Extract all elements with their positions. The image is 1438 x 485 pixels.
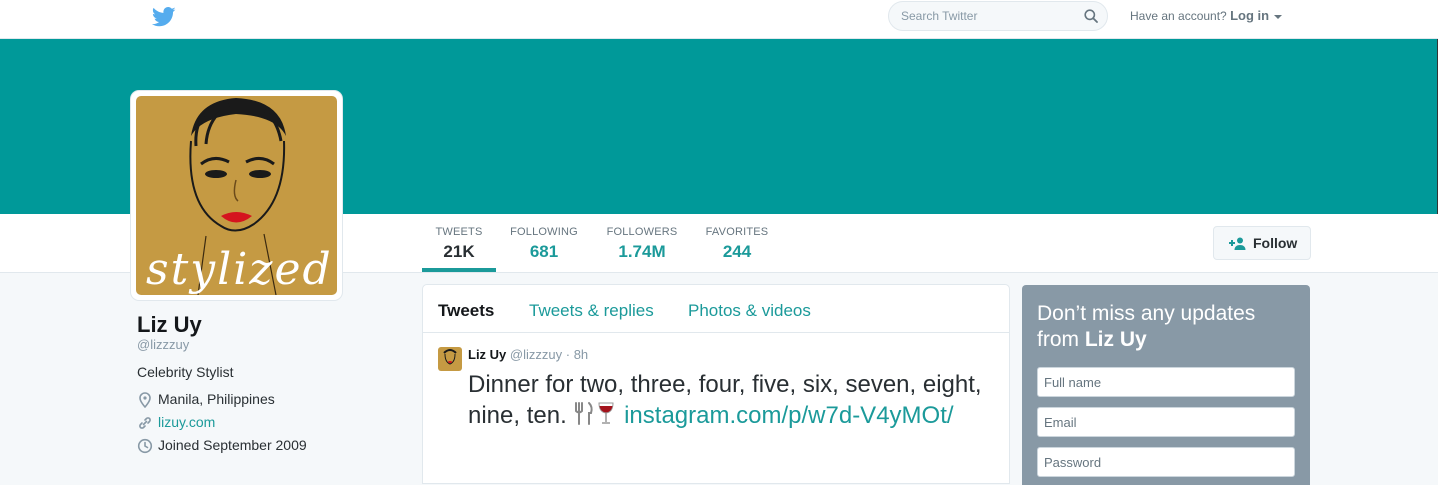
stat-tweets[interactable]: TWEETS 21K [422,226,496,262]
account-prompt: Have an account? [1130,9,1227,23]
link-icon [139,417,151,430]
profile-name[interactable]: Liz Uy [137,312,202,338]
top-navigation-bar: Have an account? Log in [0,0,1438,39]
timeline-panel: Tweets Tweets & replies Photos & videos … [422,284,1010,484]
profile-handle: @lizzzuy [137,337,190,352]
profile-joined: Joined September 2009 [137,437,307,454]
avatar-logo-text: stylized [146,244,333,295]
full-name-field[interactable] [1037,367,1295,397]
profile-location: Manila, Philippines [137,391,275,409]
profile-bio: Celebrity Stylist [137,364,234,380]
password-field[interactable] [1037,447,1295,477]
add-user-icon [1229,237,1246,250]
search-input[interactable] [901,9,1071,23]
stat-value: 681 [529,242,559,261]
stat-followers[interactable]: FOLLOWERS 1.74M [604,226,680,262]
stat-value: 1.74M [618,242,666,261]
tweet-timestamp[interactable]: · 8h [566,347,588,362]
clock-icon [137,439,153,454]
follow-label: Follow [1253,235,1298,251]
tweet-avatar[interactable] [438,347,462,371]
signup-heading: Don’t miss any updates from Liz Uy [1037,301,1297,353]
login-link[interactable]: Log in [1230,8,1269,23]
profile-avatar[interactable]: stylized [131,91,342,300]
timeline-tabs: Tweets Tweets & replies Photos & videos [423,285,1009,333]
signup-heading-name: Liz Uy [1084,328,1147,351]
stat-following[interactable]: FOLLOWING 681 [507,226,581,262]
profile-website: lizuy.com [137,414,215,431]
stat-label: FAVORITES [705,226,769,238]
stat-favorites[interactable]: FAVORITES 244 [703,226,771,262]
location-pin-icon [139,392,151,409]
search-box[interactable] [888,1,1108,31]
website-link[interactable]: lizuy.com [158,414,215,430]
email-field[interactable] [1037,407,1295,437]
tweet-link[interactable]: instagram.com/p/w7d-V4yMOt/ [624,402,953,429]
account-area: Have an account? Log in [1130,8,1283,23]
tab-tweets-replies[interactable]: Tweets & replies [529,301,654,321]
tab-photos-videos[interactable]: Photos & videos [688,301,811,321]
stat-label: TWEETS [435,226,483,238]
fork-knife-icon [575,402,594,425]
tweet-author-name[interactable]: Liz Uy [468,347,506,362]
signup-panel: Don’t miss any updates from Liz Uy [1022,285,1310,485]
stat-value: 21K [443,242,475,261]
stat-label: FOLLOWERS [606,226,678,238]
chevron-down-icon[interactable] [1274,14,1283,19]
tweet-avatar-image [443,349,457,365]
tweet-author-handle[interactable]: @lizzzuy [510,347,562,362]
joined-text: Joined September 2009 [158,437,307,453]
search-icon[interactable] [1084,9,1098,23]
tweet-text: Dinner for two, three, four, five, six, … [468,369,998,431]
twitter-bird-icon[interactable] [152,7,176,27]
location-text: Manila, Philippines [158,391,275,407]
avatar-illustration: stylized [136,96,337,295]
active-stat-underline [422,268,496,272]
tab-tweets[interactable]: Tweets [438,301,494,321]
wine-glass-icon [598,402,614,424]
tweet-header: Liz Uy @lizzzuy · 8h [468,347,588,362]
stat-label: FOLLOWING [510,226,578,238]
stat-value: 244 [722,242,752,261]
follow-button[interactable]: Follow [1213,226,1311,260]
